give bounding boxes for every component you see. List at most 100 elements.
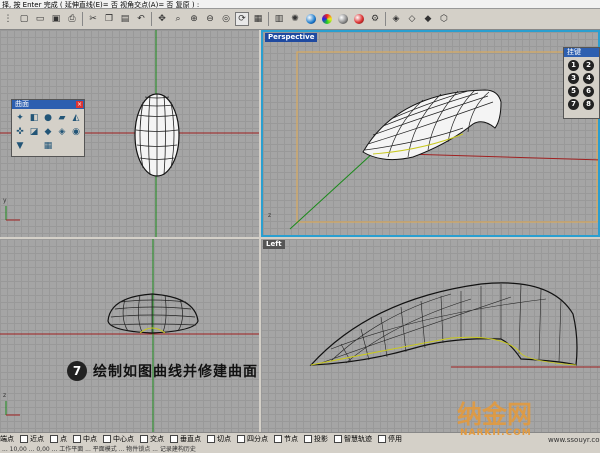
numpad-panel[interactable]: 挂键 1 2 3 4 5 6 7 8	[563, 47, 600, 119]
numpad-key-7[interactable]: 7	[568, 99, 579, 110]
viewport-left-canvas	[309, 282, 600, 368]
loft-surface-icon[interactable]: ✜	[14, 126, 26, 138]
numpad-key-5[interactable]: 5	[568, 86, 579, 97]
snap-project-label: 投影	[314, 435, 328, 443]
snap-mid[interactable]: 中点	[73, 434, 97, 444]
undo-icon[interactable]: ↶	[134, 12, 148, 26]
snap-perpendicular-label: 垂直点	[180, 435, 201, 443]
svg-text:z: z	[268, 212, 271, 219]
snap-near-label: 近点	[30, 435, 44, 443]
paste-icon[interactable]: ▤	[118, 12, 132, 26]
checkbox[interactable]	[20, 435, 28, 443]
snap-intersection-label: 交点	[150, 435, 164, 443]
checkbox[interactable]	[73, 435, 81, 443]
snap-center-label: 中心点	[113, 435, 134, 443]
snap-point[interactable]: 点	[50, 434, 67, 444]
blend-surface-icon[interactable]: ◆	[42, 126, 54, 138]
numpad-key-4[interactable]: 4	[583, 73, 594, 84]
surface-panel-title-text: 曲面	[15, 100, 29, 108]
fillet-surface-icon[interactable]: ▼	[14, 140, 26, 152]
viewport-left[interactable]: Left	[261, 239, 600, 432]
surface-tool-panel[interactable]: 曲面 × ✦ ◧ ● ▰ ◭ ✜ ◪ ◆ ◈ ◉ ▼ ▦	[11, 99, 85, 157]
snap-quadrant[interactable]: 四分点	[237, 434, 268, 444]
snap-icon[interactable]: ◈	[389, 12, 403, 26]
rotate-view-icon[interactable]: ⟳	[235, 12, 249, 26]
numpad-key-1[interactable]: 1	[568, 60, 579, 71]
light-icon[interactable]: ✺	[288, 12, 302, 26]
grid-icon[interactable]: ▦	[251, 12, 265, 26]
cut-icon[interactable]: ✂	[86, 12, 100, 26]
snap-tangent[interactable]: 切点	[207, 434, 231, 444]
watermark-url: www.ssouyr.com	[548, 436, 600, 444]
surface-left-view	[309, 282, 578, 366]
layer-icon[interactable]: ▥	[272, 12, 286, 26]
checkbox[interactable]	[334, 435, 342, 443]
checkbox[interactable]	[304, 435, 312, 443]
drag-icon[interactable]: ⋮	[1, 12, 15, 26]
zoom-icon[interactable]: ⌕	[171, 12, 185, 26]
snap-intersection[interactable]: 交点	[140, 434, 164, 444]
numpad-key-3[interactable]: 3	[568, 73, 579, 84]
sweep-surface-icon[interactable]: ◪	[28, 126, 40, 138]
checkbox[interactable]	[378, 435, 386, 443]
new-file-icon[interactable]: ▢	[17, 12, 31, 26]
numpad-key-6[interactable]: 6	[583, 86, 594, 97]
numpad-panel-title[interactable]: 挂键	[564, 48, 599, 57]
main-toolbar: ⋮ ▢ ▭ ▣ ⎙ ✂ ❐ ▤ ↶ ✥ ⌕ ⊕ ⊖ ◎ ⟳ ▦ ▥ ✺ ⚙ ◈ …	[0, 9, 600, 30]
viewport-perspective[interactable]: z Perspective	[261, 30, 600, 237]
options-icon[interactable]: ◆	[421, 12, 435, 26]
surface-perspective-view	[362, 89, 502, 161]
checkbox[interactable]	[140, 435, 148, 443]
snap-smarttrack[interactable]: 智慧轨迹	[334, 434, 372, 444]
open-file-icon[interactable]: ▭	[33, 12, 47, 26]
patch-surface-icon[interactable]: ◈	[56, 126, 68, 138]
close-icon[interactable]: ×	[76, 101, 83, 108]
snap-center[interactable]: 中心点	[103, 434, 134, 444]
checkbox[interactable]	[274, 435, 282, 443]
viewport-front[interactable]: z	[0, 239, 259, 432]
object-properties-icon[interactable]: ◇	[405, 12, 419, 26]
zoom-window-icon[interactable]: ⊕	[187, 12, 201, 26]
copy-icon[interactable]: ❐	[102, 12, 116, 26]
network-surface-icon[interactable]: ◉	[70, 126, 82, 138]
snap-quadrant-label: 四分点	[247, 435, 268, 443]
sphere-surface-icon[interactable]: ●	[42, 112, 54, 124]
snap-disable-label: 停用	[388, 435, 402, 443]
snap-knot[interactable]: 节点	[274, 434, 298, 444]
extrude-surface-icon[interactable]: ▰	[56, 112, 68, 124]
viewport-title[interactable]: Left	[263, 240, 285, 249]
viewport-title[interactable]: Perspective	[265, 33, 318, 42]
render-sphere-icon[interactable]	[336, 12, 350, 26]
revolve-surface-icon[interactable]: ◭	[70, 112, 82, 124]
numpad-key-8[interactable]: 8	[583, 99, 594, 110]
edge-surface-icon[interactable]: ◧	[28, 112, 40, 124]
snap-perpendicular[interactable]: 垂直点	[170, 434, 201, 444]
checkbox[interactable]	[103, 435, 111, 443]
surface-top-view	[134, 93, 180, 177]
checkbox[interactable]	[170, 435, 178, 443]
toolbar-separator	[151, 12, 152, 26]
tools-icon[interactable]: ⚙	[368, 12, 382, 26]
surface-from-points-icon[interactable]: ✦	[14, 112, 26, 124]
checkbox[interactable]	[207, 435, 215, 443]
zoom-selected-icon[interactable]: ◎	[219, 12, 233, 26]
save-icon[interactable]: ▣	[49, 12, 63, 26]
command-prompt[interactable]: 择, 按 Enter 完成 ( 延伸直线(E)= 否 视角交点(A)= 否 复原…	[0, 0, 600, 9]
snap-project[interactable]: 投影	[304, 434, 328, 444]
zoom-extents-icon[interactable]: ⊖	[203, 12, 217, 26]
snap-end[interactable]: 端点	[0, 434, 14, 444]
snap-disable[interactable]: 停用	[378, 434, 402, 444]
render-icon[interactable]	[304, 12, 318, 26]
numpad-key-2[interactable]: 2	[583, 60, 594, 71]
surface-panel-title[interactable]: 曲面 ×	[12, 100, 84, 109]
snap-end-label: 端点	[0, 435, 14, 443]
checkbox[interactable]	[50, 435, 58, 443]
help-icon[interactable]: ⬡	[437, 12, 451, 26]
pan-icon[interactable]: ✥	[155, 12, 169, 26]
environment-icon[interactable]	[352, 12, 366, 26]
material-icon[interactable]	[320, 12, 334, 26]
snap-near[interactable]: 近点	[20, 434, 44, 444]
checkbox[interactable]	[237, 435, 245, 443]
print-icon[interactable]: ⎙	[65, 12, 79, 26]
grid-surface-icon[interactable]: ▦	[42, 140, 54, 152]
